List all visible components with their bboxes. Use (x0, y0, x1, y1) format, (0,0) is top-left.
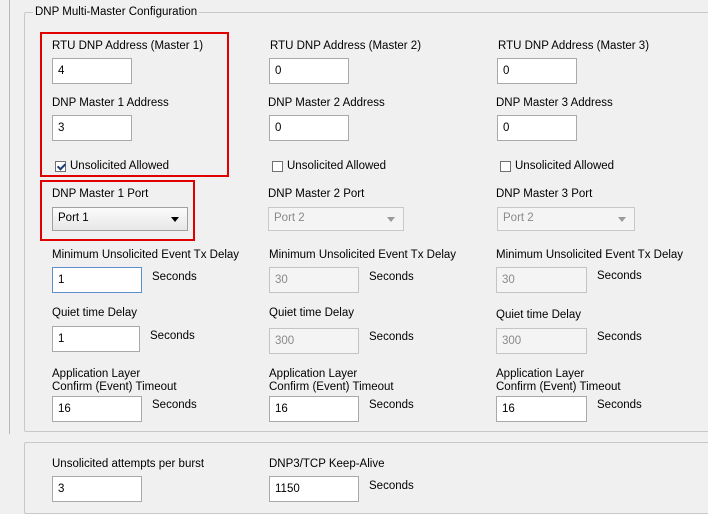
seconds-label: Seconds (369, 331, 414, 343)
port-dropdown-value: Port 2 (503, 212, 534, 224)
app-layer-timeout-input-master-3[interactable]: 16 (496, 396, 587, 422)
seconds-label: Seconds (597, 331, 642, 343)
group-title: DNP Multi-Master Configuration (33, 6, 200, 18)
port-dropdown-value: Port 2 (274, 212, 305, 224)
quiet-time-input-master-3[interactable]: 300 (496, 328, 587, 354)
rtu-address-input-master-3[interactable]: 0 (497, 58, 577, 84)
keepalive-input[interactable]: 1150 (269, 476, 359, 502)
quiet-time-label-master-1: Quiet time Delay (52, 307, 138, 319)
seconds-label: Seconds (150, 330, 195, 342)
rtu-address-label-master-2: RTU DNP Address (Master 2) (270, 40, 422, 52)
seconds-label: Seconds (152, 399, 197, 411)
checkbox-unchecked-icon[interactable] (272, 160, 283, 172)
master-address-input-master-3[interactable]: 0 (497, 115, 577, 141)
app-layer-label-line2-master-1: Confirm (Event) Timeout (52, 381, 177, 393)
highlight-master-1-port (40, 180, 195, 241)
quiet-time-input-master-1[interactable]: 1 (52, 326, 140, 352)
min-unsol-delay-label-master-1: Minimum Unsolicited Event Tx Delay (52, 249, 240, 261)
seconds-label: Seconds (597, 399, 642, 411)
left-border-line (9, 0, 10, 434)
highlight-master-1-addresses (40, 32, 229, 177)
min-unsol-delay-label-master-2: Minimum Unsolicited Event Tx Delay (269, 249, 457, 261)
keepalive-label: DNP3/TCP Keep-Alive (269, 458, 385, 470)
min-unsol-delay-input-master-2[interactable]: 30 (269, 267, 359, 293)
port-label-master-2: DNP Master 2 Port (268, 188, 365, 200)
keepalive-seconds-label: Seconds (369, 480, 414, 492)
quiet-time-label-master-2: Quiet time Delay (269, 307, 355, 319)
min-unsol-delay-label-master-3: Minimum Unsolicited Event Tx Delay (496, 249, 684, 261)
seconds-label: Seconds (369, 399, 414, 411)
app-layer-label-line1-master-3: Application Layer (496, 368, 585, 380)
unsolicited-allowed-label: Unsolicited Allowed (287, 160, 387, 172)
min-unsol-delay-input-master-3[interactable]: 30 (496, 267, 587, 293)
master-address-input-master-2[interactable]: 0 (269, 115, 349, 141)
port-dropdown-master-2[interactable]: Port 2 (268, 207, 404, 231)
seconds-label: Seconds (152, 271, 197, 283)
checkbox-unchecked-icon[interactable] (500, 160, 511, 172)
chevron-down-icon[interactable] (387, 217, 395, 222)
rtu-address-input-master-2[interactable]: 0 (269, 58, 349, 84)
app-layer-label-line2-master-2: Confirm (Event) Timeout (269, 381, 394, 393)
unsolicited-allowed-label: Unsolicited Allowed (515, 160, 615, 172)
quiet-time-label-master-3: Quiet time Delay (496, 309, 582, 321)
seconds-label: Seconds (369, 271, 414, 283)
unsolicited-allowed-checkbox-master-2[interactable]: Unsolicited Allowed (272, 160, 386, 172)
seconds-label: Seconds (597, 270, 642, 282)
unsol-attempts-input[interactable]: 3 (52, 476, 142, 502)
app-layer-timeout-input-master-2[interactable]: 16 (269, 396, 359, 422)
unsolicited-allowed-checkbox-master-3[interactable]: Unsolicited Allowed (500, 160, 614, 172)
quiet-time-input-master-2[interactable]: 300 (269, 328, 359, 354)
chevron-down-icon[interactable] (618, 217, 626, 222)
port-label-master-3: DNP Master 3 Port (496, 188, 593, 200)
app-layer-timeout-input-master-1[interactable]: 16 (52, 396, 142, 422)
master-address-label-master-3: DNP Master 3 Address (496, 97, 613, 109)
app-layer-label-line1-master-1: Application Layer (52, 368, 141, 380)
master-address-label-master-2: DNP Master 2 Address (268, 97, 385, 109)
min-unsol-delay-input-master-1[interactable]: 1 (52, 267, 142, 293)
rtu-address-label-master-3: RTU DNP Address (Master 3) (498, 40, 650, 52)
app-layer-label-line2-master-3: Confirm (Event) Timeout (496, 381, 621, 393)
port-dropdown-master-3[interactable]: Port 2 (497, 207, 635, 231)
app-layer-label-line1-master-2: Application Layer (269, 368, 358, 380)
unsol-attempts-label: Unsolicited attempts per burst (52, 458, 205, 470)
